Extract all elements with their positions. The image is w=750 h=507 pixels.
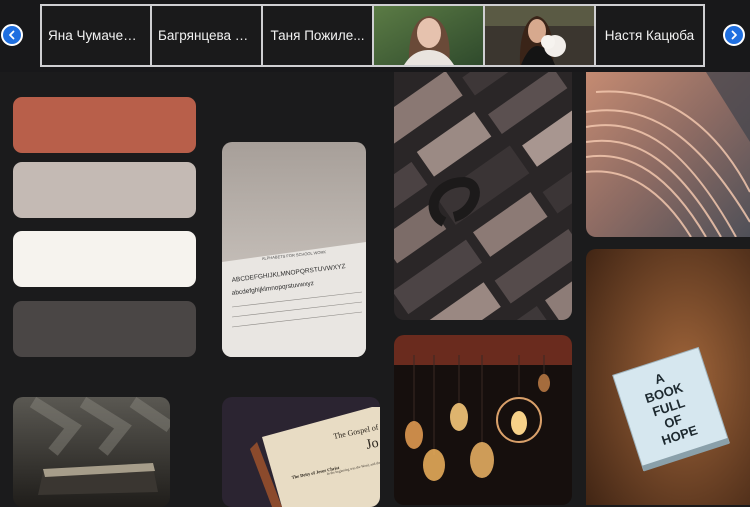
palette-swatch-charcoal: [13, 301, 196, 357]
photo-light-bulbs[interactable]: [394, 335, 572, 505]
contact-item[interactable]: Настя Кацюба: [596, 6, 703, 65]
person-with-cotton-candy-photo: [485, 6, 594, 65]
contact-item[interactable]: Яна Чумаченко: [42, 6, 152, 65]
chevron-left-icon: [9, 30, 15, 40]
contact-name: Таня Пожиле...: [270, 28, 365, 43]
contact-name: Яна Чумаченко: [48, 28, 145, 43]
contact-avatar[interactable]: [485, 6, 596, 65]
contacts-strip: Яна Чумаченко Багрянцева Е... Таня Пожил…: [40, 4, 705, 67]
scroll-right-button[interactable]: [723, 24, 745, 46]
contact-item[interactable]: Таня Пожиле...: [263, 6, 374, 65]
photo-alphabet-paper[interactable]: ALPHABETS FOR SCHOOL WORK ABCDEFGHIJKLMN…: [222, 142, 366, 357]
photo-gospel-book[interactable]: The Gospel of Jo The Deity of Jesus Chri…: [222, 397, 380, 507]
photo-letterpress-type[interactable]: [394, 72, 572, 320]
contact-name: Багрянцева Е...: [158, 28, 256, 43]
palette-swatch-cream: [13, 231, 196, 287]
photo-book-hope[interactable]: A BOOK FULL OF HOPE: [586, 249, 750, 505]
person-photo: [374, 6, 483, 65]
palette-swatch-terracotta: [13, 97, 196, 153]
photo-vintage-book-blur[interactable]: [13, 397, 170, 507]
contact-name: Настя Кацюба: [604, 28, 695, 43]
palette-swatch-greige: [13, 162, 196, 218]
contact-avatar[interactable]: [374, 6, 485, 65]
contacts-bar: Яна Чумаченко Багрянцева Е... Таня Пожил…: [0, 0, 750, 72]
contact-item[interactable]: Багрянцева Е...: [152, 6, 263, 65]
scroll-left-button[interactable]: [1, 24, 23, 46]
chevron-right-icon: [731, 30, 737, 40]
photo-architecture[interactable]: [586, 72, 750, 237]
